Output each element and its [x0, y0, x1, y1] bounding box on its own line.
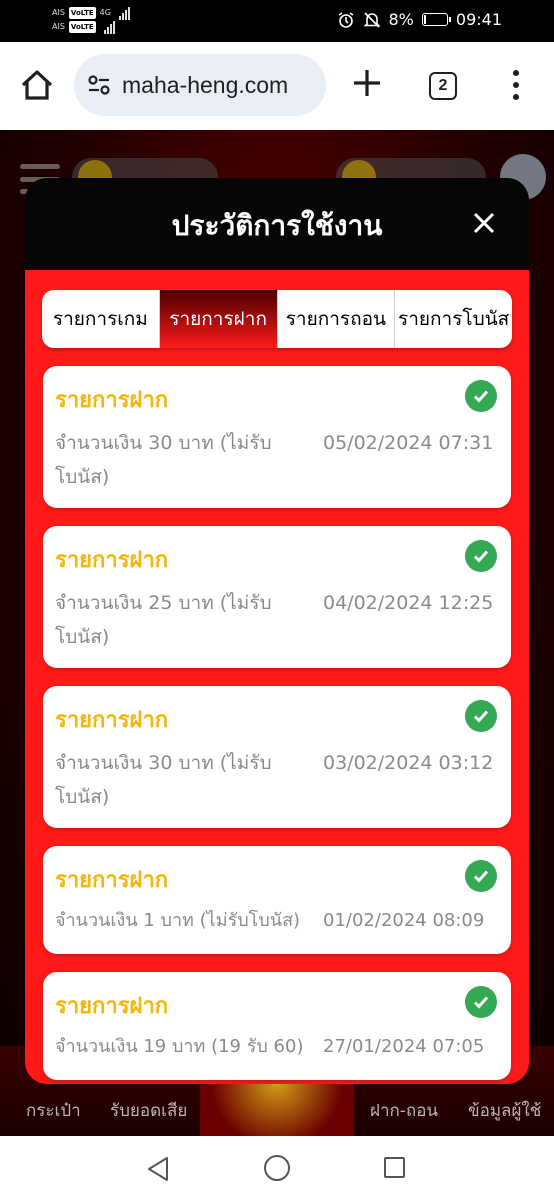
- transaction-date: 01/02/2024 08:09: [323, 910, 485, 931]
- carrier-1-name: AIS: [52, 8, 65, 17]
- transaction-card: รายการฝาก จำนวนเงิน 30 บาท (ไม่รับโบนัส)…: [43, 366, 511, 508]
- battery-icon: [421, 13, 451, 26]
- transaction-amount: จำนวนเงิน 25 บาท (ไม่รับโบนัส): [55, 592, 272, 648]
- signal-icon: [118, 6, 130, 20]
- check-icon: [465, 540, 497, 572]
- transaction-title: รายการฝาก: [55, 708, 169, 733]
- carrier-info: AIS VoLTE 4G AIS VoLTE: [52, 6, 130, 34]
- alarm-icon: [338, 11, 353, 28]
- transaction-date: 27/01/2024 07:05: [323, 1036, 485, 1057]
- check-icon: [465, 860, 497, 892]
- back-icon[interactable]: [146, 1156, 170, 1182]
- signal-icon-2: [103, 20, 115, 34]
- nav-profile: ข้อมูลผู้ใช้: [468, 1101, 542, 1121]
- home-nav-icon[interactable]: [264, 1155, 290, 1181]
- mute-bell-icon: [363, 11, 380, 28]
- nav-wallet: กระเป๋า: [26, 1101, 81, 1121]
- battery-percent: 8%: [388, 10, 414, 29]
- check-icon: [465, 700, 497, 732]
- transaction-title: รายการฝาก: [55, 388, 169, 413]
- url-text[interactable]: maha-heng.com: [122, 72, 288, 99]
- nav-deposit-withdraw: ฝาก-ถอน: [370, 1101, 439, 1121]
- volte-badge-2: VoLTE: [68, 21, 96, 33]
- carrier-2-name: AIS: [52, 22, 65, 31]
- transaction-card: รายการฝาก จำนวนเงิน 1 บาท (ไม่รับโบนัส) …: [43, 846, 511, 954]
- home-icon[interactable]: [18, 66, 56, 104]
- modal-body: รายการเกม รายการฝาก รายการถอน รายการโบนั…: [25, 270, 529, 1084]
- transaction-amount: จำนวนเงิน 1 บาท (ไม่รับโบนัส): [55, 910, 301, 931]
- system-nav-bar: [0, 1136, 554, 1200]
- transaction-title: รายการฝาก: [55, 548, 169, 573]
- check-icon: [465, 380, 497, 412]
- transaction-amount: จำนวนเงิน 19 บาท (19 รับ 60): [55, 1036, 304, 1057]
- status-bar: AIS VoLTE 4G AIS VoLTE 8% 09:41: [0, 0, 554, 42]
- clock: 09:41: [455, 10, 502, 29]
- tab-withdraw-history[interactable]: รายการถอน: [278, 290, 396, 348]
- history-modal: ประวัติการใช้งาน รายการเกม รายการฝาก ราย…: [25, 178, 529, 1084]
- tab-bonus-history[interactable]: รายการโบนัส: [395, 290, 512, 348]
- close-icon[interactable]: [473, 212, 495, 234]
- address-bar[interactable]: maha-heng.com: [74, 54, 326, 116]
- new-tab-icon[interactable]: [350, 66, 384, 100]
- volte-badge: VoLTE: [68, 7, 96, 19]
- transaction-title: รายการฝาก: [55, 994, 169, 1019]
- tab-game-history[interactable]: รายการเกม: [42, 290, 160, 348]
- transaction-title: รายการฝาก: [55, 868, 169, 893]
- network-type: 4G: [99, 8, 111, 17]
- transaction-amount: จำนวนเงิน 30 บาท (ไม่รับโบนัส): [55, 752, 272, 808]
- transaction-card: รายการฝาก จำนวนเงิน 25 บาท (ไม่รับโบนัส)…: [43, 526, 511, 668]
- recents-icon[interactable]: [384, 1157, 405, 1178]
- transaction-date: 03/02/2024 03:12: [323, 752, 494, 774]
- transaction-date: 05/02/2024 07:31: [323, 432, 494, 454]
- tab-deposit-history[interactable]: รายการฝาก: [159, 290, 278, 348]
- nav-cashback: รับยอดเสีย: [110, 1101, 188, 1121]
- modal-title: ประวัติการใช้งาน: [171, 209, 383, 242]
- tab-switcher-button[interactable]: 2: [429, 72, 457, 100]
- browser-toolbar: maha-heng.com 2: [0, 42, 554, 130]
- site-settings-icon[interactable]: [86, 72, 112, 98]
- transaction-card: รายการฝาก จำนวนเงิน 30 บาท (ไม่รับโบนัส)…: [43, 686, 511, 828]
- transaction-amount: จำนวนเงิน 30 บาท (ไม่รับโบนัส): [55, 432, 272, 488]
- transaction-date: 04/02/2024 12:25: [323, 592, 494, 614]
- check-icon: [465, 986, 497, 1018]
- more-menu-icon[interactable]: [506, 70, 526, 100]
- history-tabs: รายการเกม รายการฝาก รายการถอน รายการโบนั…: [42, 290, 512, 348]
- transaction-card: รายการฝาก จำนวนเงิน 19 บาท (19 รับ 60) 2…: [43, 972, 511, 1080]
